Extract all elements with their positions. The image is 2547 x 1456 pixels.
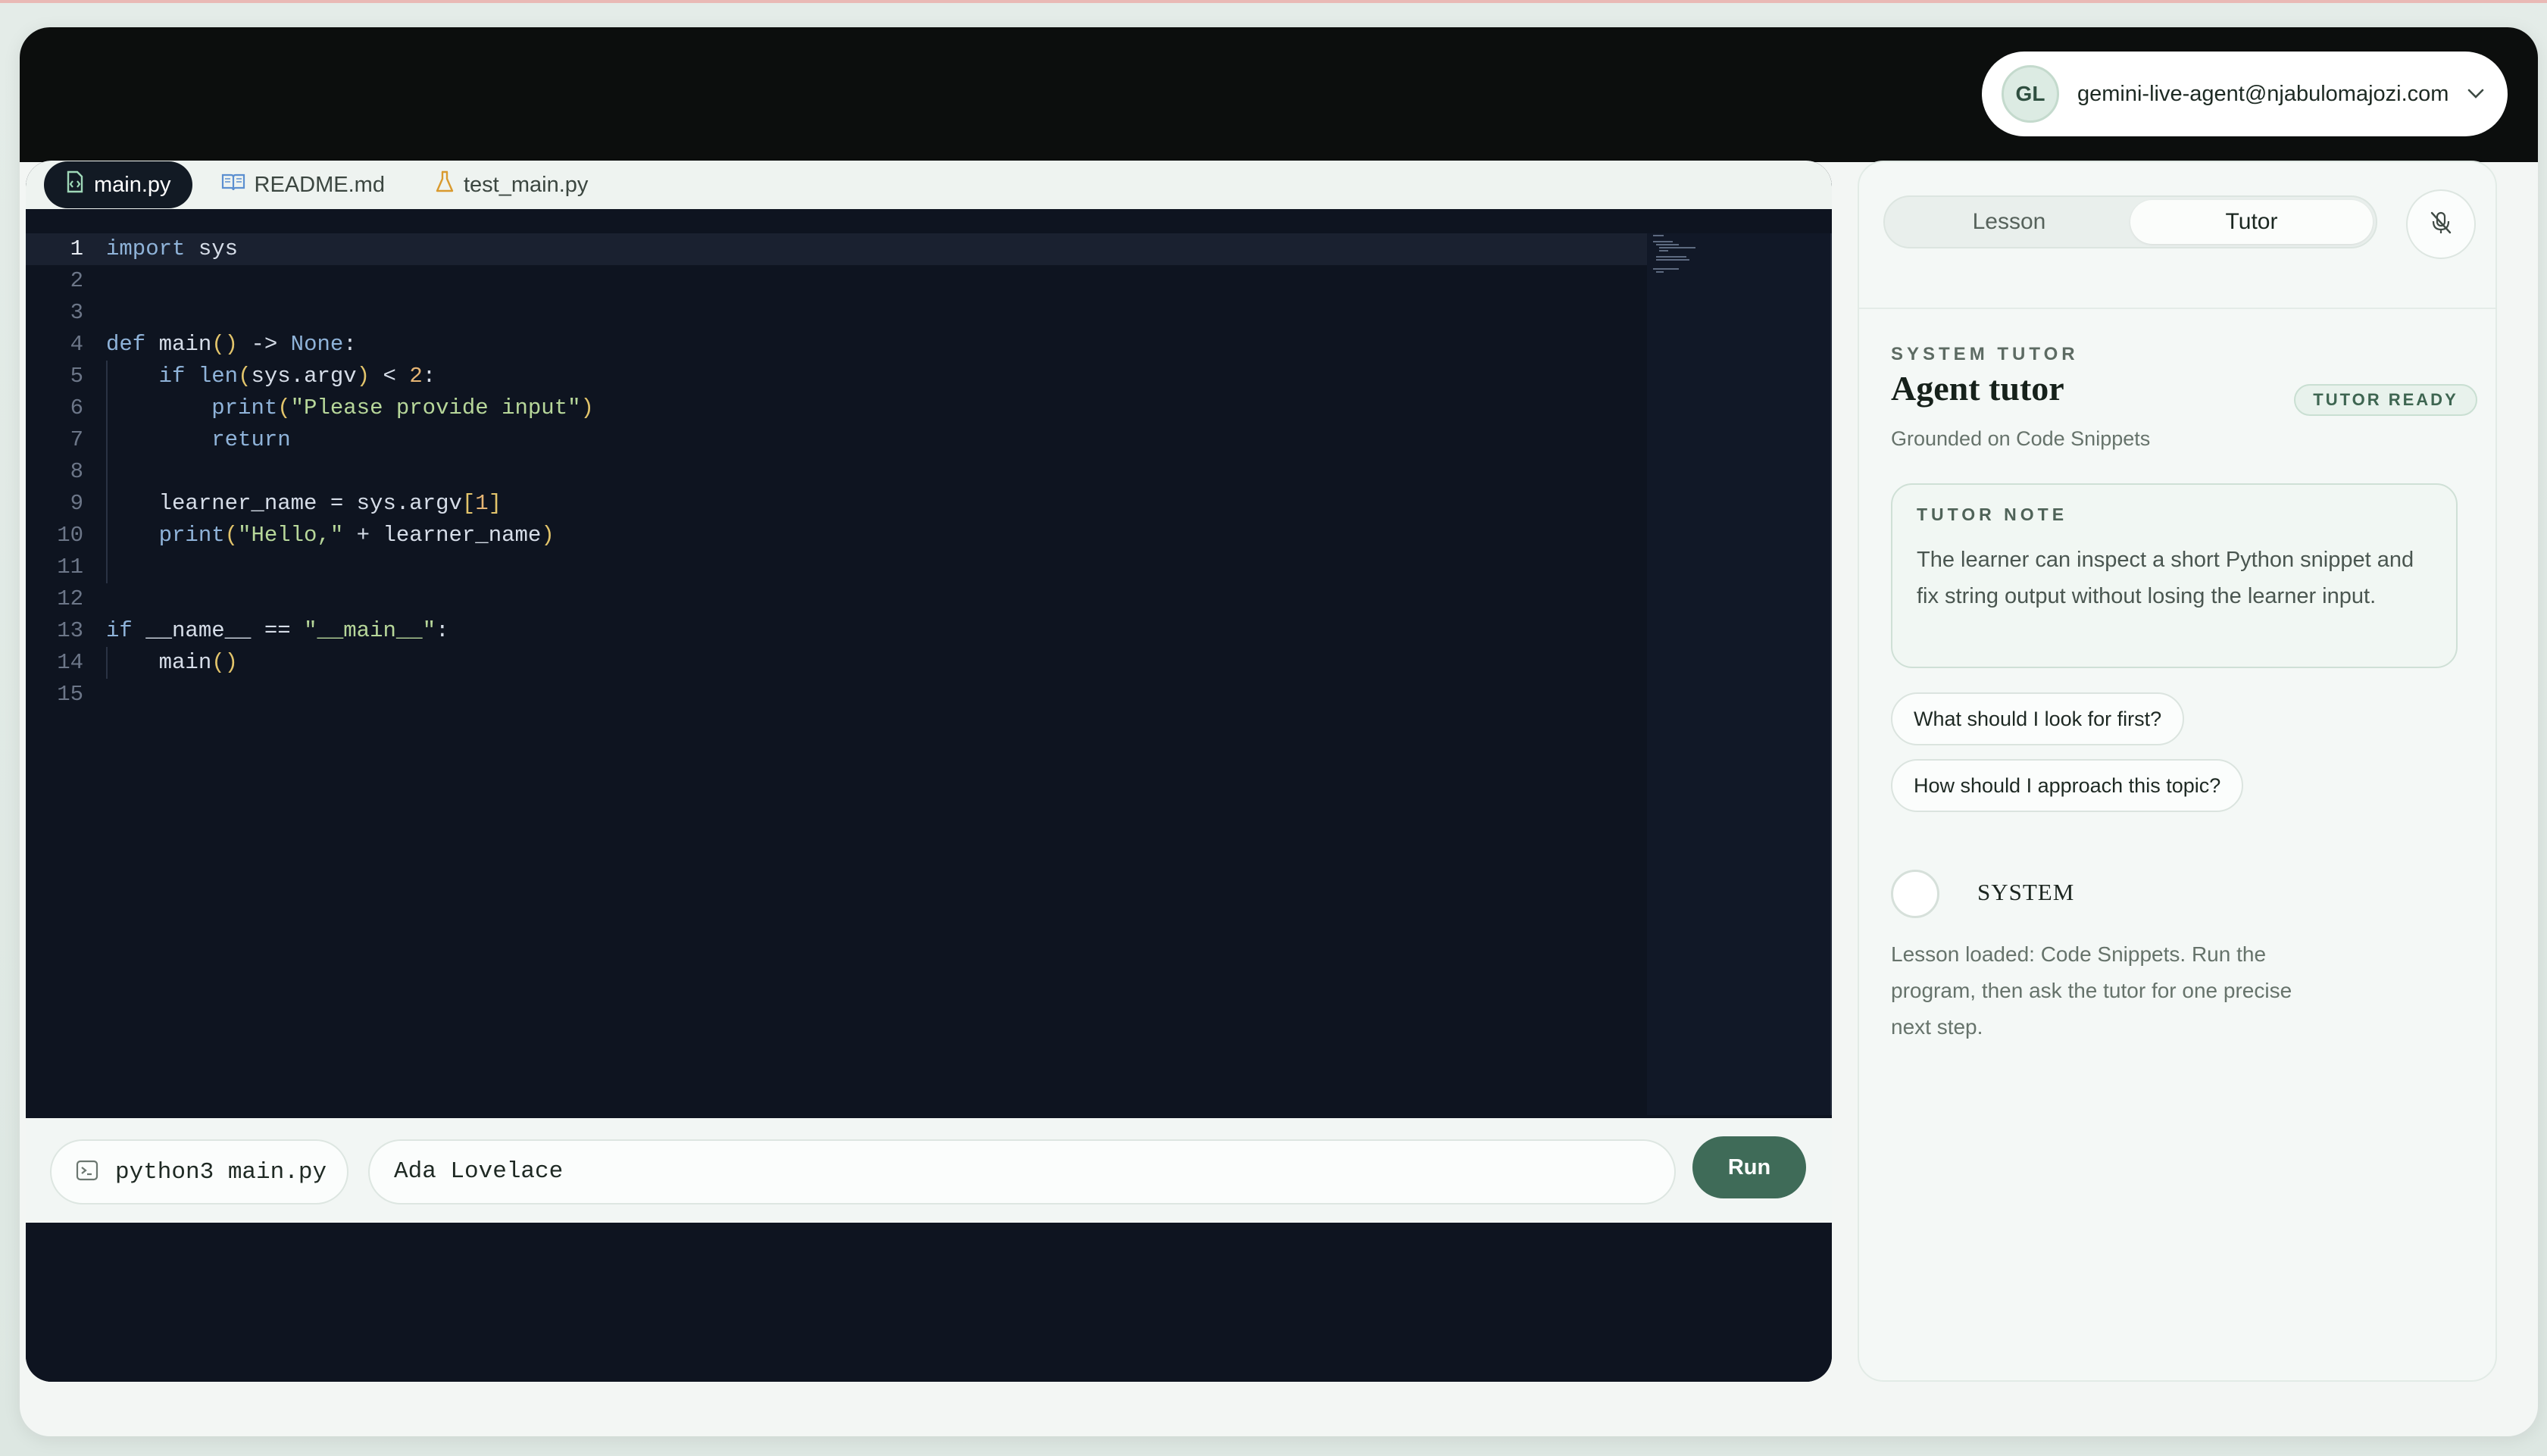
code-line: 8 xyxy=(70,459,83,484)
tab-label: README.md xyxy=(254,172,385,197)
code-line: 1 import sys xyxy=(26,233,1647,265)
code-editor[interactable]: 1 import sys 2 3 4 def main() -> None: 5 i… xyxy=(26,233,1832,1115)
minimap[interactable] xyxy=(1647,233,1832,1115)
account-email: gemini-live-agent@njabulomajozi.com xyxy=(2077,81,2449,106)
code-line: 11 xyxy=(57,555,83,580)
terminal-output xyxy=(26,1223,1832,1382)
code-line: 14 main() xyxy=(26,647,1647,679)
flask-icon xyxy=(435,170,455,199)
note-text: The learner can inspect a short Python s… xyxy=(1917,548,2414,608)
tab-label: test_main.py xyxy=(463,172,589,197)
code-line: 3 xyxy=(70,300,83,325)
account-menu[interactable]: GL gemini-live-agent@njabulomajozi.com xyxy=(1982,52,2508,136)
command-display: python3 main.py xyxy=(50,1139,348,1204)
code-line-text: return xyxy=(211,427,291,452)
run-bar: python3 main.py Ada Lovelace Run xyxy=(26,1118,1832,1223)
tab-readme-md[interactable]: README.md xyxy=(200,161,406,208)
system-avatar xyxy=(1891,870,1939,918)
editor-scrollbar[interactable] xyxy=(1830,233,1832,1115)
grounded-source: Grounded on Code Snippets xyxy=(1891,427,2151,450)
code-line: 4 def main() -> None: xyxy=(26,329,1647,361)
tutor-panel-header: Lesson Tutor xyxy=(1859,162,2495,309)
tab-test-main-py[interactable]: test_main.py xyxy=(414,161,609,208)
tab-label: main.py xyxy=(94,172,171,197)
status-badge: TUTOR READY xyxy=(2294,384,2477,416)
code-line-text: if __name__ == "__main__": xyxy=(106,618,449,643)
code-line-text: print("Please provide input") xyxy=(211,395,594,420)
tutor-note-card: TUTOR NOTE The learner can inspect a sho… xyxy=(1891,483,2458,668)
code-line: 6 print("Please provide input") xyxy=(26,392,1647,424)
code-line-text: main() xyxy=(106,650,239,675)
code-line: 7 return xyxy=(26,424,1647,456)
suggestion-chip[interactable]: How should I approach this topic? xyxy=(1891,759,2244,812)
tab-tutor[interactable]: Tutor xyxy=(2130,200,2373,244)
code-line-text: def main() -> None: xyxy=(106,332,357,357)
book-icon xyxy=(221,172,245,198)
note-label: TUTOR NOTE xyxy=(1917,505,2068,524)
mute-mic-button[interactable] xyxy=(2406,189,2476,259)
app-header: GL gemini-live-agent@njabulomajozi.com xyxy=(20,27,2538,162)
eyebrow-label: SYSTEM TUTOR xyxy=(1891,344,2079,364)
file-tabs: main.py README.md test_main.py xyxy=(26,161,1832,209)
editor-panel: main.py README.md test_main.py 1 import s… xyxy=(26,161,1832,1382)
tutor-panel: Lesson Tutor SYSTEM TUTOR Agent tutor TU… xyxy=(1858,161,2497,1382)
lesson-tutor-toggle: Lesson Tutor xyxy=(1883,195,2377,248)
code-line: 13 if __name__ == "__main__": xyxy=(26,615,1647,647)
system-label: SYSTEM xyxy=(1977,879,2075,905)
window-top-border xyxy=(0,0,2547,3)
python-file-icon xyxy=(65,170,85,199)
code-line: 5 if len(sys.argv) < 2: xyxy=(26,361,1647,392)
program-input-field[interactable]: Ada Lovelace xyxy=(368,1139,1676,1204)
system-message: Lesson loaded: Code Snippets. Run the pr… xyxy=(1891,942,2292,1039)
code-line: 12 xyxy=(57,586,83,611)
tab-main-py[interactable]: main.py xyxy=(44,161,192,208)
code-line-text: learner_name = sys.argv[1] xyxy=(106,491,502,516)
code-line-text: import sys xyxy=(106,236,239,261)
avatar: GL xyxy=(2002,65,2059,123)
code-line: 9 learner_name = sys.argv[1] xyxy=(26,488,1647,520)
tab-lesson[interactable]: Lesson xyxy=(1888,200,2130,244)
code-line: 10 print("Hello," + learner_name) xyxy=(26,520,1647,551)
code-line: 2 xyxy=(70,268,83,293)
mic-off-icon xyxy=(2428,210,2454,239)
suggestion-chip[interactable]: What should I look for first? xyxy=(1891,692,2185,745)
page-title: Agent tutor xyxy=(1891,369,2064,408)
indent-guide xyxy=(106,361,108,583)
command-text: python3 main.py xyxy=(115,1158,327,1186)
indent-guide xyxy=(106,647,108,679)
terminal-icon xyxy=(76,1159,98,1186)
chevron-down-icon[interactable] xyxy=(2464,82,2488,106)
code-line-text: print("Hello," + learner_name) xyxy=(158,523,555,548)
code-line: 15 xyxy=(57,682,83,707)
run-button[interactable]: Run xyxy=(1692,1136,1806,1198)
code-line-text: if len(sys.argv) < 2: xyxy=(158,364,436,389)
